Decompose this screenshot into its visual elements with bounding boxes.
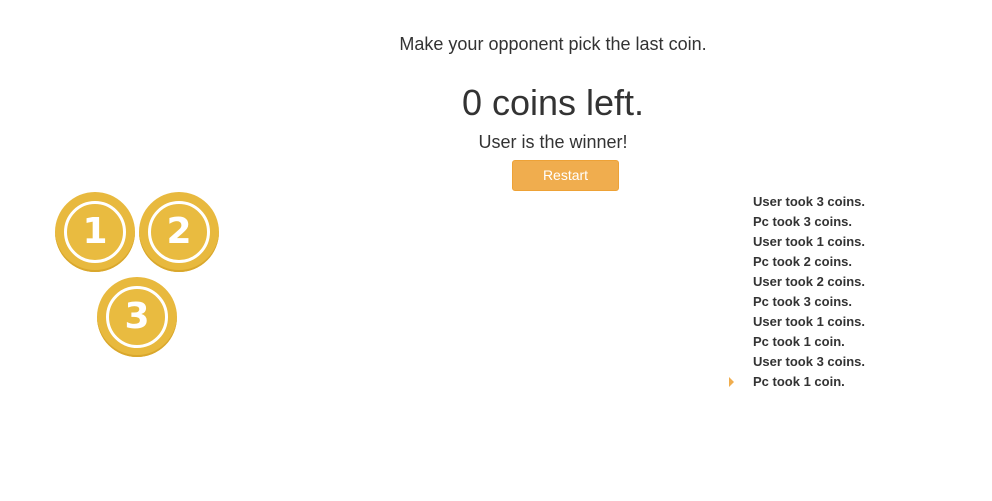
- restart-button[interactable]: Restart: [512, 160, 619, 191]
- log-entry: User took 2 coins.: [753, 274, 865, 289]
- move-log: User took 3 coins. Pc took 3 coins. User…: [753, 192, 865, 392]
- log-entry: User took 3 coins.: [753, 354, 865, 369]
- log-entry: Pc took 3 coins.: [753, 294, 852, 309]
- coins-left-counter: 0 coins left.: [461, 82, 645, 123]
- log-entry: User took 1 coins.: [753, 314, 865, 329]
- log-entry: Pc took 2 coins.: [753, 254, 852, 269]
- log-entry: Pc took 1 coin.: [753, 334, 845, 349]
- log-entry: Pc took 3 coins.: [753, 214, 852, 229]
- coin-number: 1: [82, 211, 108, 252]
- instructions-text: Make your opponent pick the last coin.: [399, 34, 707, 54]
- log-entry: Pc took 1 coin.: [753, 374, 845, 389]
- coin-number: 3: [124, 296, 150, 337]
- caret-right-icon: [729, 377, 734, 387]
- log-entry: User took 1 coins.: [753, 234, 865, 249]
- winner-message: User is the winner!: [478, 132, 628, 152]
- coin[interactable]: 1: [55, 192, 135, 272]
- coin[interactable]: 3: [97, 277, 177, 357]
- coin-number: 2: [166, 211, 192, 252]
- coin[interactable]: 2: [139, 192, 219, 272]
- log-entry: User took 3 coins.: [753, 194, 865, 209]
